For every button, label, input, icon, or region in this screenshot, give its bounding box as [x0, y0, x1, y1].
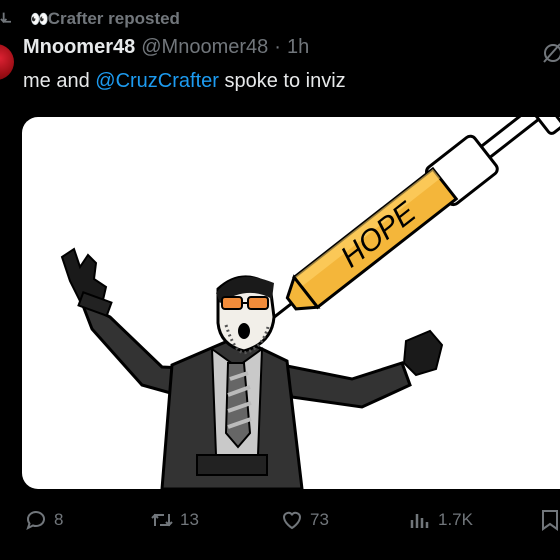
like-count: 73	[310, 510, 329, 529]
mention-link[interactable]: @CruzCrafter	[95, 70, 219, 92]
repost-icon	[151, 513, 173, 527]
bookmark-button[interactable]	[538, 508, 560, 532]
views-count: 1.7K	[438, 510, 473, 529]
views-icon	[410, 514, 429, 528]
reply-icon	[26, 511, 45, 530]
media-image[interactable]: HOPE	[22, 117, 560, 489]
avatar[interactable]	[0, 44, 14, 80]
cartoon-man	[60, 247, 444, 489]
like-button[interactable]: 73	[280, 508, 329, 532]
author-handle[interactable]: @Mnoomer48	[141, 36, 268, 59]
tweet-text-suffix: spoke to inviz	[218, 70, 346, 92]
repost-count: 13	[180, 510, 199, 529]
tweet-actions: 8 13 73 1.7K	[0, 500, 560, 544]
bookmark-icon	[542, 510, 558, 531]
repost-button[interactable]: 13	[150, 508, 199, 532]
repost-label: Crafter reposted	[47, 9, 180, 28]
author-name[interactable]: Mnoomer48	[23, 36, 135, 59]
header-separator: ·	[274, 36, 281, 58]
reply-button[interactable]: 8	[24, 508, 63, 532]
views-button[interactable]: 1.7K	[408, 508, 473, 532]
heart-icon	[282, 511, 302, 530]
tweet-text: me and @CruzCrafter spoke to inviz	[23, 70, 346, 93]
repost-indicator[interactable]: 👀 Crafter reposted	[0, 6, 180, 32]
cartoon-illustration: HOPE	[60, 117, 560, 489]
repost-icon	[0, 12, 11, 24]
tweet-timestamp[interactable]: 1h	[287, 36, 309, 59]
reply-count: 8	[54, 510, 64, 529]
tweet-header: Mnoomer48 @Mnoomer48 · 1h	[23, 36, 309, 66]
eyes-emoji: 👀	[30, 11, 49, 28]
tweet-text-prefix: me and	[23, 70, 96, 92]
grok-icon[interactable]	[540, 40, 560, 66]
